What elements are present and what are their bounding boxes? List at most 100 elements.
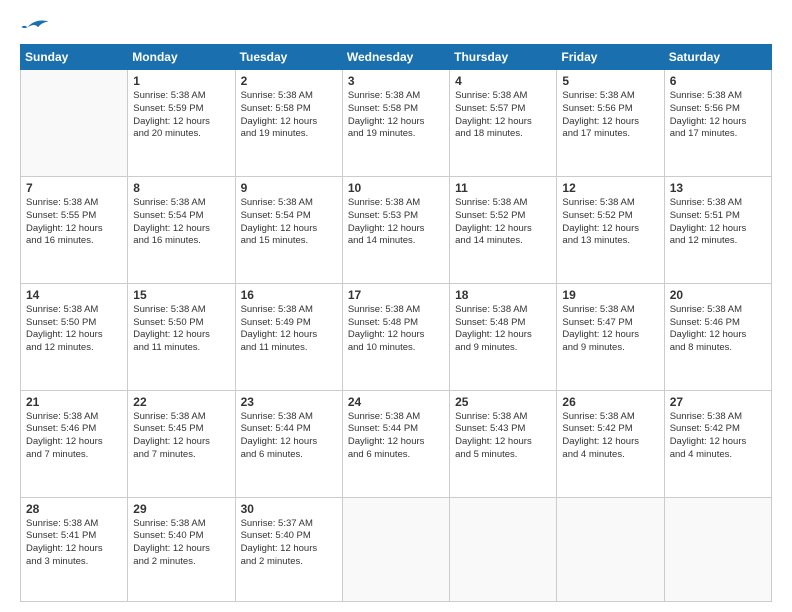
day-number: 1 (133, 74, 229, 88)
calendar-cell: 20 Sunrise: 5:38 AMSunset: 5:46 PMDayligh… (664, 283, 771, 390)
day-number: 3 (348, 74, 444, 88)
calendar-cell: 30 Sunrise: 5:37 AMSunset: 5:40 PMDayligh… (235, 497, 342, 602)
cell-info: Sunrise: 5:38 AMSunset: 5:57 PMDaylight:… (455, 90, 551, 141)
cell-info: Sunrise: 5:38 AMSunset: 5:52 PMDaylight:… (455, 197, 551, 248)
calendar-cell: 12Sunrise: 5:38 AMSunset: 5:52 PMDayligh… (557, 176, 664, 283)
cell-info: Sunrise: 5:38 AMSunset: 5:43 PMDaylight:… (455, 411, 551, 462)
calendar-week-row: 14 Sunrise: 5:38 AMSunset: 5:50 PMDayligh… (21, 283, 772, 390)
day-number: 26 (562, 395, 658, 409)
calendar-cell: 19Sunrise: 5:38 AMSunset: 5:47 PMDayligh… (557, 283, 664, 390)
calendar-cell: 28 Sunrise: 5:38 AMSunset: 5:41 PMDayligh… (21, 497, 128, 602)
day-number: 16 (241, 288, 337, 302)
calendar-cell: 4 Sunrise: 5:38 AMSunset: 5:57 PMDaylight… (450, 70, 557, 177)
calendar-cell: 1 Sunrise: 5:38 AMSunset: 5:59 PMDaylight… (128, 70, 235, 177)
cell-info: Sunrise: 5:38 AMSunset: 5:44 PMDaylight:… (348, 411, 444, 462)
calendar-cell: 2 Sunrise: 5:38 AMSunset: 5:58 PMDaylight… (235, 70, 342, 177)
calendar-cell: 8 Sunrise: 5:38 AMSunset: 5:54 PMDaylight… (128, 176, 235, 283)
day-number: 20 (670, 288, 766, 302)
cell-info: Sunrise: 5:38 AMSunset: 5:46 PMDaylight:… (670, 304, 766, 355)
calendar-header-row: SundayMondayTuesdayWednesdayThursdayFrid… (21, 45, 772, 70)
calendar-cell: 17 Sunrise: 5:38 AMSunset: 5:48 PMDayligh… (342, 283, 449, 390)
day-number: 14 (26, 288, 122, 302)
logo (20, 16, 54, 34)
cell-info: Sunrise: 5:38 AMSunset: 5:42 PMDaylight:… (670, 411, 766, 462)
day-number: 17 (348, 288, 444, 302)
calendar-day-header: Sunday (21, 45, 128, 70)
day-number: 15 (133, 288, 229, 302)
calendar-cell: 9 Sunrise: 5:38 AMSunset: 5:54 PMDaylight… (235, 176, 342, 283)
calendar-week-row: 28 Sunrise: 5:38 AMSunset: 5:41 PMDayligh… (21, 497, 772, 602)
cell-info: Sunrise: 5:38 AMSunset: 5:56 PMDaylight:… (670, 90, 766, 141)
logo-icon (20, 16, 50, 34)
day-number: 28 (26, 502, 122, 516)
page: SundayMondayTuesdayWednesdayThursdayFrid… (0, 0, 792, 612)
day-number: 13 (670, 181, 766, 195)
calendar-week-row: 1 Sunrise: 5:38 AMSunset: 5:59 PMDaylight… (21, 70, 772, 177)
day-number: 11 (455, 181, 551, 195)
day-number: 10 (348, 181, 444, 195)
header (20, 16, 772, 34)
calendar-cell: 13 Sunrise: 5:38 AMSunset: 5:51 PMDayligh… (664, 176, 771, 283)
calendar-cell: 15 Sunrise: 5:38 AMSunset: 5:50 PMDayligh… (128, 283, 235, 390)
cell-info: Sunrise: 5:38 AMSunset: 5:49 PMDaylight:… (241, 304, 337, 355)
calendar-cell (664, 497, 771, 602)
calendar-cell: 16 Sunrise: 5:38 AMSunset: 5:49 PMDayligh… (235, 283, 342, 390)
calendar-cell: 23Sunrise: 5:38 AMSunset: 5:44 PMDayligh… (235, 390, 342, 497)
cell-info: Sunrise: 5:38 AMSunset: 5:54 PMDaylight:… (133, 197, 229, 248)
cell-info: Sunrise: 5:38 AMSunset: 5:59 PMDaylight:… (133, 90, 229, 141)
day-number: 2 (241, 74, 337, 88)
calendar-cell: 3 Sunrise: 5:38 AMSunset: 5:58 PMDaylight… (342, 70, 449, 177)
calendar-day-header: Friday (557, 45, 664, 70)
cell-info: Sunrise: 5:38 AMSunset: 5:58 PMDaylight:… (348, 90, 444, 141)
cell-info: Sunrise: 5:38 AMSunset: 5:50 PMDaylight:… (133, 304, 229, 355)
day-number: 9 (241, 181, 337, 195)
calendar-week-row: 21 Sunrise: 5:38 AMSunset: 5:46 PMDayligh… (21, 390, 772, 497)
cell-info: Sunrise: 5:38 AMSunset: 5:51 PMDaylight:… (670, 197, 766, 248)
day-number: 23 (241, 395, 337, 409)
calendar-cell: 22Sunrise: 5:38 AMSunset: 5:45 PMDayligh… (128, 390, 235, 497)
calendar-cell: 7Sunrise: 5:38 AMSunset: 5:55 PMDaylight… (21, 176, 128, 283)
day-number: 21 (26, 395, 122, 409)
cell-info: Sunrise: 5:37 AMSunset: 5:40 PMDaylight:… (241, 518, 337, 569)
calendar-cell: 24 Sunrise: 5:38 AMSunset: 5:44 PMDayligh… (342, 390, 449, 497)
calendar-cell: 25 Sunrise: 5:38 AMSunset: 5:43 PMDayligh… (450, 390, 557, 497)
calendar-week-row: 7Sunrise: 5:38 AMSunset: 5:55 PMDaylight… (21, 176, 772, 283)
calendar-cell: 14 Sunrise: 5:38 AMSunset: 5:50 PMDayligh… (21, 283, 128, 390)
calendar-cell (342, 497, 449, 602)
calendar-cell: 18Sunrise: 5:38 AMSunset: 5:48 PMDayligh… (450, 283, 557, 390)
calendar-table: SundayMondayTuesdayWednesdayThursdayFrid… (20, 44, 772, 602)
calendar-cell: 6 Sunrise: 5:38 AMSunset: 5:56 PMDaylight… (664, 70, 771, 177)
calendar-cell: 5Sunrise: 5:38 AMSunset: 5:56 PMDaylight… (557, 70, 664, 177)
calendar-cell: 29Sunrise: 5:38 AMSunset: 5:40 PMDayligh… (128, 497, 235, 602)
day-number: 30 (241, 502, 337, 516)
calendar-day-header: Wednesday (342, 45, 449, 70)
cell-info: Sunrise: 5:38 AMSunset: 5:50 PMDaylight:… (26, 304, 122, 355)
calendar-day-header: Saturday (664, 45, 771, 70)
calendar-cell (21, 70, 128, 177)
calendar-cell: 27 Sunrise: 5:38 AMSunset: 5:42 PMDayligh… (664, 390, 771, 497)
day-number: 18 (455, 288, 551, 302)
cell-info: Sunrise: 5:38 AMSunset: 5:52 PMDaylight:… (562, 197, 658, 248)
calendar-cell (450, 497, 557, 602)
cell-info: Sunrise: 5:38 AMSunset: 5:58 PMDaylight:… (241, 90, 337, 141)
day-number: 7 (26, 181, 122, 195)
calendar-day-header: Monday (128, 45, 235, 70)
cell-info: Sunrise: 5:38 AMSunset: 5:56 PMDaylight:… (562, 90, 658, 141)
calendar-cell: 10Sunrise: 5:38 AMSunset: 5:53 PMDayligh… (342, 176, 449, 283)
day-number: 22 (133, 395, 229, 409)
day-number: 6 (670, 74, 766, 88)
day-number: 24 (348, 395, 444, 409)
cell-info: Sunrise: 5:38 AMSunset: 5:46 PMDaylight:… (26, 411, 122, 462)
cell-info: Sunrise: 5:38 AMSunset: 5:54 PMDaylight:… (241, 197, 337, 248)
day-number: 25 (455, 395, 551, 409)
cell-info: Sunrise: 5:38 AMSunset: 5:41 PMDaylight:… (26, 518, 122, 569)
cell-info: Sunrise: 5:38 AMSunset: 5:40 PMDaylight:… (133, 518, 229, 569)
day-number: 4 (455, 74, 551, 88)
day-number: 8 (133, 181, 229, 195)
day-number: 27 (670, 395, 766, 409)
cell-info: Sunrise: 5:38 AMSunset: 5:42 PMDaylight:… (562, 411, 658, 462)
calendar-day-header: Thursday (450, 45, 557, 70)
cell-info: Sunrise: 5:38 AMSunset: 5:48 PMDaylight:… (348, 304, 444, 355)
cell-info: Sunrise: 5:38 AMSunset: 5:47 PMDaylight:… (562, 304, 658, 355)
calendar-cell: 26 Sunrise: 5:38 AMSunset: 5:42 PMDayligh… (557, 390, 664, 497)
